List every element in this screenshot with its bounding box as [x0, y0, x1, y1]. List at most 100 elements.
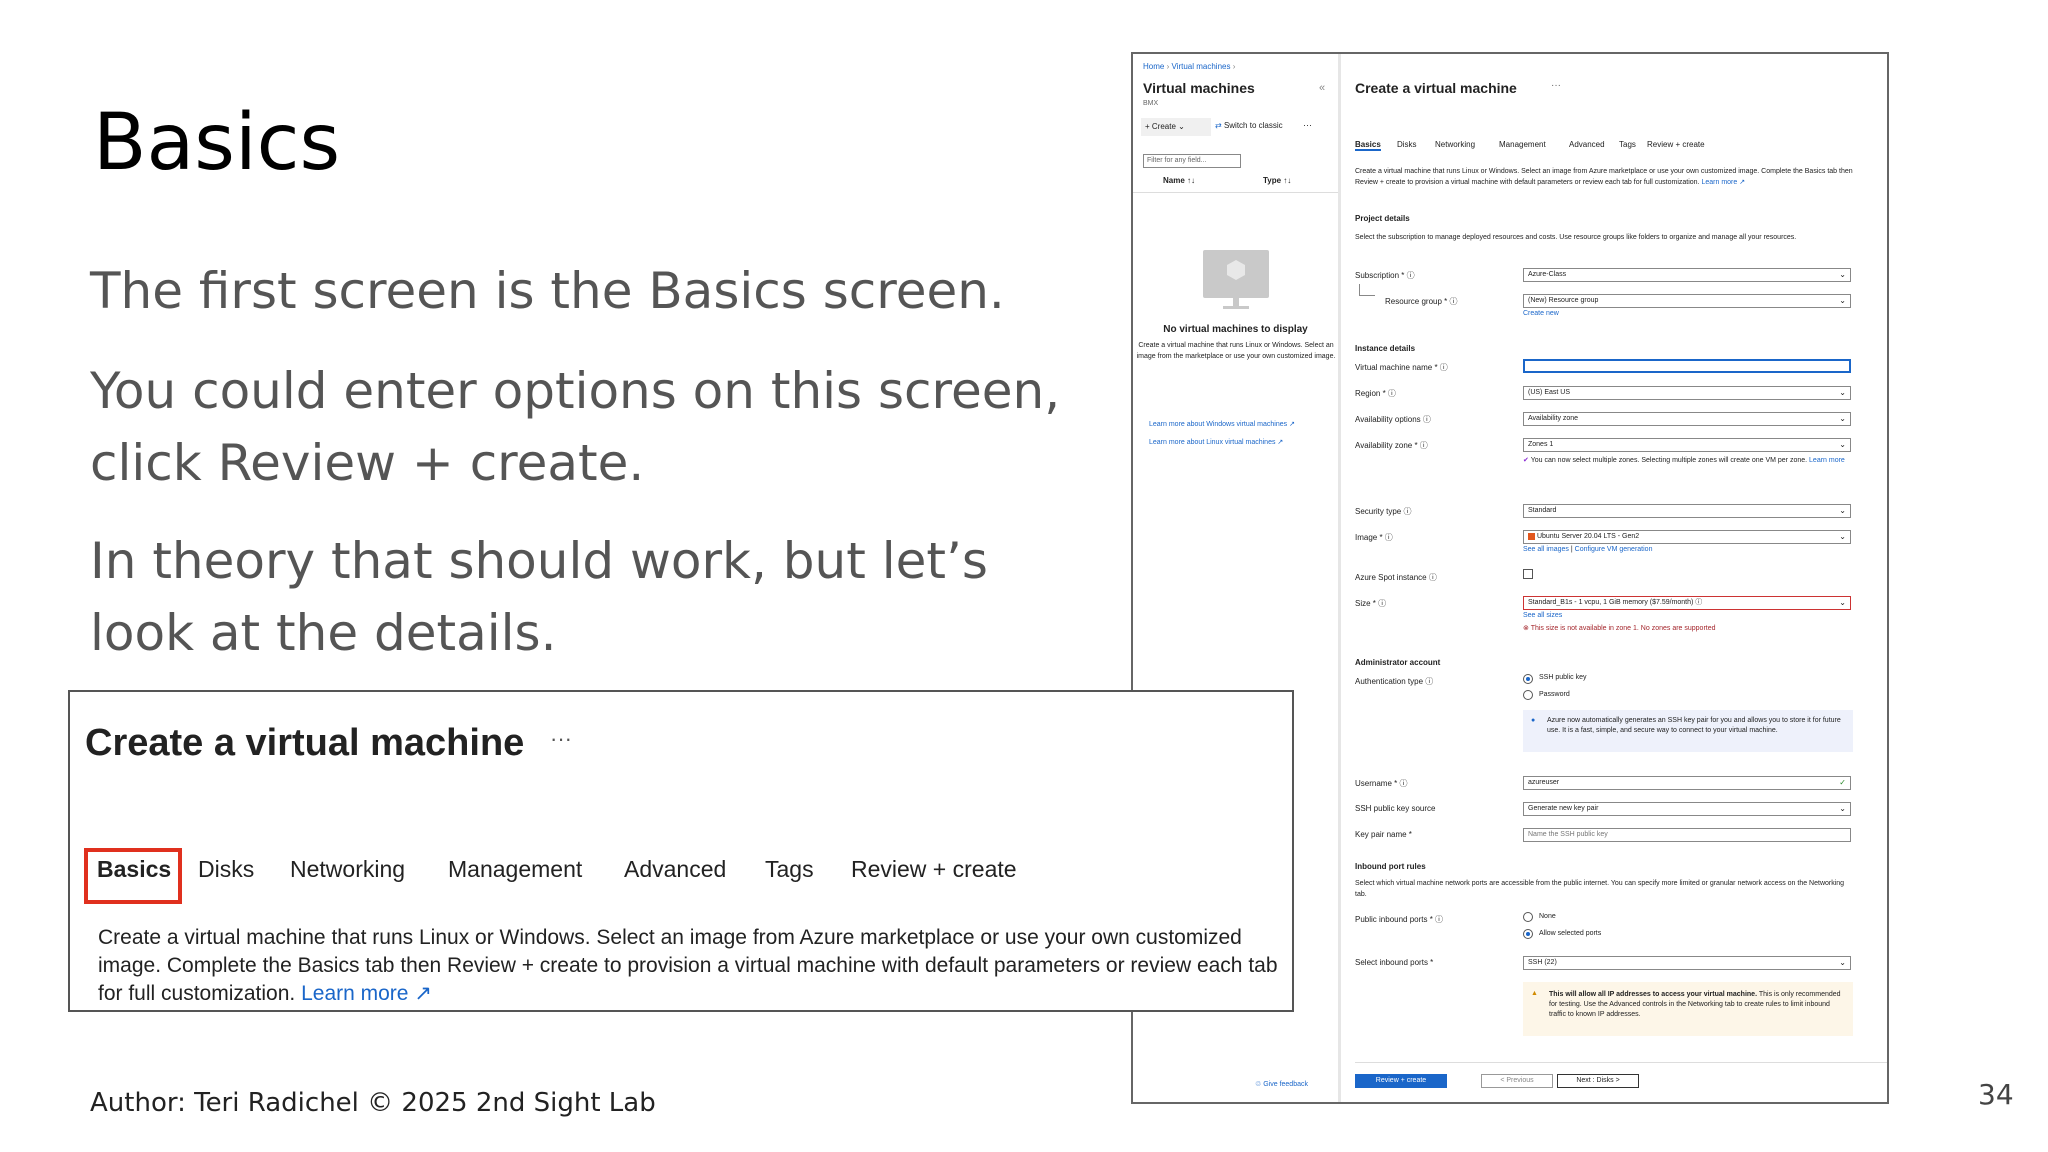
tab-networking[interactable]: Networking	[1435, 140, 1475, 149]
zoom-learn-more-link[interactable]: Learn more	[301, 982, 408, 1005]
zoom-tab-advanced[interactable]: Advanced	[624, 856, 726, 883]
page-number: 34	[1978, 1078, 2014, 1111]
paragraph-2: You could enter options on this screen, …	[90, 362, 1061, 492]
create-button[interactable]: + Create ⌄	[1141, 118, 1211, 136]
zone-learn-more-link[interactable]: Learn more	[1809, 457, 1845, 464]
key-pair-input[interactable]: Name the SSH public key	[1523, 828, 1851, 842]
chevron-down-icon: ⌄	[1839, 506, 1846, 515]
create-vm-title: Create a virtual machine	[1355, 80, 1517, 96]
region-select[interactable]: (US) East US ⌄	[1523, 386, 1851, 400]
info-icon: ⓘ	[1397, 779, 1408, 788]
zoom-tab-tags[interactable]: Tags	[765, 856, 814, 883]
chevron-down-icon: ⌄	[1175, 122, 1185, 131]
subscription-select[interactable]: Azure-Class ⌄	[1523, 268, 1851, 282]
learn-more-link[interactable]: Learn more	[1701, 179, 1737, 186]
ubuntu-icon	[1528, 532, 1535, 540]
size-select[interactable]: Standard_B1s - 1 vcpu, 1 GiB memory ($7.…	[1523, 596, 1851, 610]
tab-basics[interactable]: Basics	[1355, 140, 1381, 151]
breadcrumb-vms[interactable]: Virtual machines	[1171, 62, 1230, 71]
feedback-icon: ♲	[1255, 1081, 1264, 1088]
zoom-tab-review-create[interactable]: Review + create	[851, 856, 1017, 883]
external-link-icon: ↗	[1287, 421, 1295, 428]
more-icon[interactable]: ···	[550, 726, 572, 752]
info-icon: ⓘ	[1401, 507, 1412, 516]
resource-group-label: Resource group * ⓘ	[1385, 297, 1458, 306]
chevron-down-icon: ⌄	[1839, 958, 1846, 967]
info-icon: ⓘ	[1432, 915, 1444, 924]
image-links: See all images | Configure VM generation	[1523, 546, 1653, 553]
col-name[interactable]: Name ↑↓	[1163, 176, 1195, 185]
ports-allow-radio[interactable]	[1523, 929, 1533, 939]
ports-none-radio[interactable]	[1523, 912, 1533, 922]
zoom-tab-management[interactable]: Management	[448, 856, 582, 883]
auth-password-radio[interactable]	[1523, 690, 1533, 700]
tab-advanced[interactable]: Advanced	[1569, 140, 1605, 149]
zoom-tab-bar: Basics Disks Networking Management Advan…	[70, 840, 1292, 883]
info-icon: ⓘ	[1382, 533, 1393, 542]
ssh-source-select[interactable]: Generate new key pair ⌄	[1523, 802, 1851, 816]
chevron-down-icon: ⌄	[1839, 598, 1846, 607]
warning-box: ▲ This will allow all IP addresses to ac…	[1523, 982, 1853, 1036]
zoom-tab-disks[interactable]: Disks	[198, 856, 254, 883]
more-icon[interactable]: ···	[1303, 120, 1312, 130]
paragraph-3: In theory that should work, but let’s lo…	[90, 532, 988, 662]
info-icon: ⓘ	[1423, 677, 1434, 686]
tab-management[interactable]: Management	[1499, 140, 1546, 149]
chevron-down-icon: ⌄	[1839, 804, 1846, 813]
zoom-tab-networking[interactable]: Networking	[290, 856, 405, 883]
collapse-icon[interactable]: «	[1319, 82, 1325, 94]
subscription-label: Subscription * ⓘ	[1355, 271, 1415, 280]
link-windows-vms[interactable]: Learn more about Windows virtual machine…	[1149, 420, 1295, 428]
ports-allow-label: Allow selected ports	[1539, 930, 1602, 937]
filter-input[interactable]: Filter for any field...	[1143, 154, 1241, 168]
switch-classic-button[interactable]: ⇄ Switch to classic	[1215, 121, 1283, 130]
info-icon: ⓘ	[1437, 363, 1448, 372]
security-type-select[interactable]: Standard ⌄	[1523, 504, 1851, 518]
next-disks-button[interactable]: Next : Disks >	[1557, 1074, 1639, 1088]
size-label: Size * ⓘ	[1355, 599, 1387, 608]
vm-name-input[interactable]	[1523, 359, 1851, 373]
tab-review-create[interactable]: Review + create	[1647, 140, 1705, 149]
select-ports-select[interactable]: SSH (22) ⌄	[1523, 956, 1851, 970]
spot-checkbox[interactable]	[1523, 569, 1533, 579]
zone-note: ✔ You can now select multiple zones. Sel…	[1523, 457, 1845, 464]
vm-monitor-icon	[1203, 250, 1269, 309]
chevron-down-icon: ⌄	[1839, 440, 1846, 449]
basics-highlight-box	[84, 848, 182, 904]
auth-type-label: Authentication type ⓘ	[1355, 677, 1434, 686]
username-input[interactable]: azureuser ✓	[1523, 776, 1851, 790]
col-type[interactable]: Type ↑↓	[1263, 176, 1291, 185]
tab-tags[interactable]: Tags	[1619, 140, 1636, 149]
resource-group-select[interactable]: (New) Resource group ⌄	[1523, 294, 1851, 308]
info-icon: ⓘ	[1385, 389, 1396, 398]
external-link-icon: ↗	[1737, 179, 1746, 186]
give-feedback-link[interactable]: ♲ Give feedback	[1255, 1080, 1308, 1088]
configure-vm-link[interactable]: Configure VM generation	[1575, 546, 1653, 553]
image-label: Image * ⓘ	[1355, 533, 1393, 542]
auth-ssh-radio[interactable]	[1523, 674, 1533, 684]
availability-options-select[interactable]: Availability zone ⌄	[1523, 412, 1851, 426]
tab-bar: Basics Disks Networking Management Advan…	[1355, 140, 1887, 154]
zoomed-basics-callout: Create a virtual machine ··· Basics Disk…	[68, 690, 1294, 1012]
breadcrumb-home[interactable]: Home	[1143, 62, 1164, 71]
more-icon[interactable]: ···	[1551, 80, 1561, 91]
security-type-label: Security type ⓘ	[1355, 507, 1412, 516]
key-pair-label: Key pair name *	[1355, 830, 1412, 839]
public-ports-label: Public inbound ports * ⓘ	[1355, 915, 1444, 924]
image-select[interactable]: Ubuntu Server 20.04 LTS - Gen2 ⌄	[1523, 530, 1851, 544]
info-icon: ⓘ	[1693, 599, 1703, 606]
see-all-images-link[interactable]: See all images	[1523, 546, 1569, 553]
info-icon: ⓘ	[1426, 573, 1437, 582]
availability-zone-select[interactable]: Zones 1 ⌄	[1523, 438, 1851, 452]
previous-button[interactable]: < Previous	[1481, 1074, 1553, 1088]
create-new-link[interactable]: Create new	[1523, 310, 1559, 317]
tab-disks[interactable]: Disks	[1397, 140, 1417, 149]
project-desc: Select the subscription to manage deploy…	[1355, 234, 1797, 241]
info-icon: ⓘ	[1417, 441, 1428, 450]
see-all-sizes-link[interactable]: See all sizes	[1523, 612, 1562, 619]
review-create-button[interactable]: Review + create	[1355, 1074, 1447, 1088]
link-linux-vms[interactable]: Learn more about Linux virtual machines …	[1149, 438, 1283, 446]
availability-options-label: Availability options ⓘ	[1355, 415, 1431, 424]
create-vm-blade: Create a virtual machine ··· Basics Disk…	[1355, 54, 1887, 1102]
slide-title: Basics	[93, 98, 341, 188]
